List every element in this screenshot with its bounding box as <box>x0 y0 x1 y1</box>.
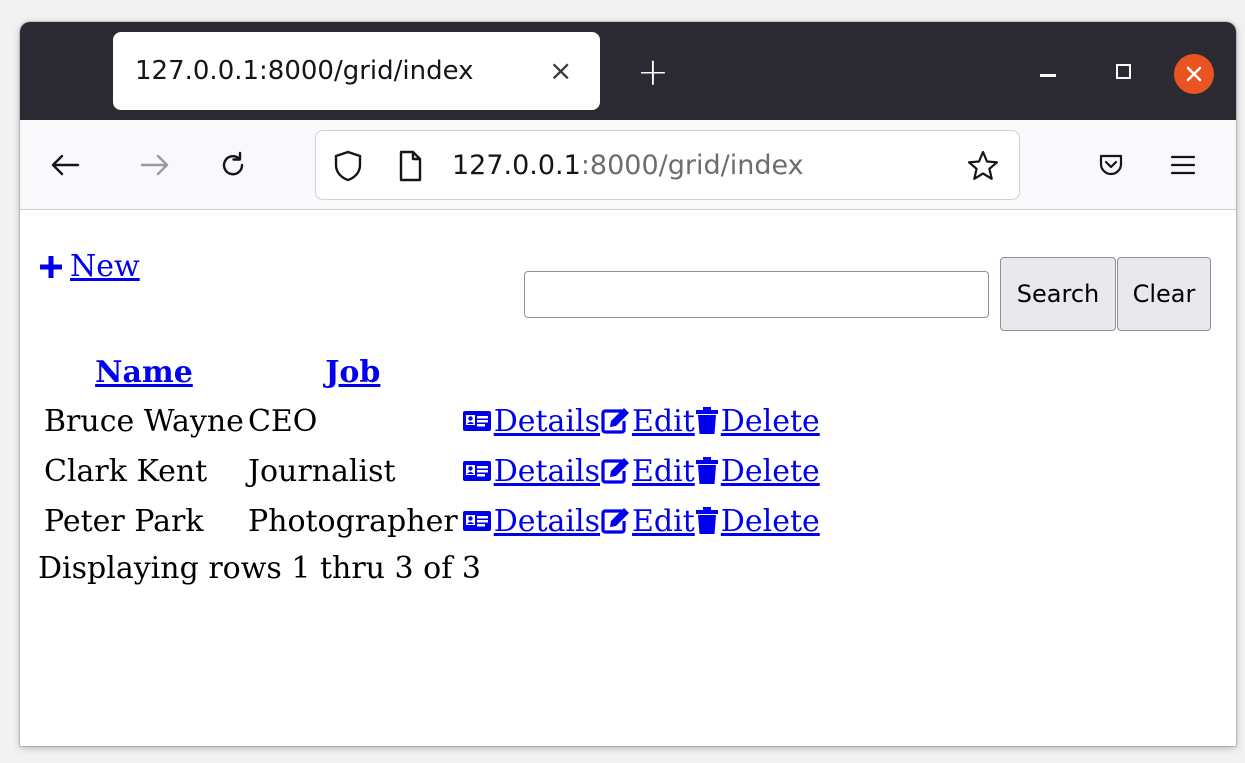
tab-bar: 127.0.0.1:8000/grid/index × + <box>20 22 1236 120</box>
url-text[interactable]: 127.0.0.1:8000/grid/index <box>452 131 804 201</box>
id-card-icon <box>462 461 491 481</box>
reload-icon <box>222 151 244 176</box>
status-text: Displaying rows 1 thru 3 of 3 <box>38 551 481 586</box>
browser-window: 127.0.0.1:8000/grid/index × + 127.0.0.1:… <box>20 22 1236 746</box>
edit-link[interactable]: Edit <box>600 504 695 539</box>
cell-actions: Details Edit Delete <box>462 447 820 495</box>
new-link[interactable]: New <box>38 249 140 284</box>
cell-name: Peter Park <box>44 503 204 539</box>
window-close-button[interactable] <box>1174 54 1214 94</box>
edit-label: Edit <box>632 453 695 489</box>
clear-button[interactable]: Clear <box>1117 257 1211 331</box>
trash-icon <box>695 507 718 534</box>
url-bar[interactable]: 127.0.0.1:8000/grid/index <box>315 130 1020 200</box>
cell-actions: Details Edit Delete <box>462 397 820 445</box>
arrow-left-icon <box>51 154 80 176</box>
back-button[interactable] <box>42 142 88 188</box>
delete-label: Delete <box>720 453 820 489</box>
column-header-actions <box>462 351 820 395</box>
maximize-icon[interactable] <box>1116 64 1131 79</box>
data-grid: Name Job Bruce Wayne CEO Details Edit De… <box>40 349 824 547</box>
arrow-right-icon <box>140 154 169 176</box>
table-row: Peter Park Photographer Details Edit Del… <box>44 497 820 545</box>
edit-icon <box>601 408 630 434</box>
grid-header-row: Name Job <box>44 351 820 395</box>
row-actions: Details Edit Delete <box>462 454 820 489</box>
star-icon[interactable] <box>966 149 1000 183</box>
tab-close-icon[interactable]: × <box>549 32 572 110</box>
minimize-icon[interactable] <box>1040 74 1056 77</box>
details-link[interactable]: Details <box>462 404 600 439</box>
nav-toolbar: 127.0.0.1:8000/grid/index <box>20 120 1236 210</box>
details-label: Details <box>493 403 601 439</box>
delete-label: Delete <box>720 503 820 539</box>
delete-link[interactable]: Delete <box>695 504 820 539</box>
trash-icon <box>695 457 718 484</box>
details-link[interactable]: Details <box>462 454 600 489</box>
delete-link[interactable]: Delete <box>695 454 820 489</box>
table-row: Bruce Wayne CEO Details Edit Delete <box>44 397 820 445</box>
plus-icon <box>40 255 62 278</box>
cell-job: CEO <box>247 403 318 439</box>
forward-button[interactable] <box>132 142 178 188</box>
new-tab-icon[interactable]: + <box>637 42 669 102</box>
cell-job: Journalist <box>247 453 396 489</box>
cell-job: Photographer <box>247 503 458 539</box>
edit-link[interactable]: Edit <box>600 454 695 489</box>
grid-body: Bruce Wayne CEO Details Edit Delete Clar… <box>44 397 820 545</box>
shield-icon[interactable] <box>332 149 364 183</box>
tab-title: 127.0.0.1:8000/grid/index <box>135 56 474 86</box>
menu-button[interactable] <box>1160 142 1206 188</box>
cell-name: Bruce Wayne <box>44 403 244 439</box>
row-actions: Details Edit Delete <box>462 404 820 439</box>
search-input[interactable] <box>524 271 989 318</box>
page-icon[interactable] <box>396 149 424 183</box>
pocket-icon <box>1099 154 1123 176</box>
page-content: New Search Clear Name Job Bruce Wayne CE… <box>20 211 1236 746</box>
delete-label: Delete <box>720 403 820 439</box>
cell-actions: Details Edit Delete <box>462 497 820 545</box>
column-header-job[interactable]: Job <box>248 351 458 395</box>
browser-tab[interactable]: 127.0.0.1:8000/grid/index × <box>113 32 600 110</box>
hamburger-menu-icon <box>1170 155 1196 175</box>
details-label: Details <box>493 503 601 539</box>
edit-label: Edit <box>632 403 695 439</box>
column-header-name[interactable]: Name <box>44 351 244 395</box>
cell-name: Clark Kent <box>44 453 208 489</box>
trash-icon <box>695 407 718 434</box>
edit-label: Edit <box>632 503 695 539</box>
reload-button[interactable] <box>210 142 256 188</box>
search-button[interactable]: Search <box>1000 257 1116 331</box>
id-card-icon <box>462 511 491 531</box>
details-label: Details <box>493 453 601 489</box>
url-host: 127.0.0.1 <box>452 150 581 181</box>
edit-link[interactable]: Edit <box>600 404 695 439</box>
row-actions: Details Edit Delete <box>462 504 820 539</box>
url-path: :8000/grid/index <box>580 150 804 181</box>
edit-icon <box>601 508 630 534</box>
close-icon <box>1186 66 1202 82</box>
delete-link[interactable]: Delete <box>695 404 820 439</box>
pocket-button[interactable] <box>1088 142 1134 188</box>
id-card-icon <box>462 411 491 431</box>
details-link[interactable]: Details <box>462 504 600 539</box>
new-link-label: New <box>70 249 140 284</box>
table-row: Clark Kent Journalist Details Edit Delet… <box>44 447 820 495</box>
edit-icon <box>601 458 630 484</box>
